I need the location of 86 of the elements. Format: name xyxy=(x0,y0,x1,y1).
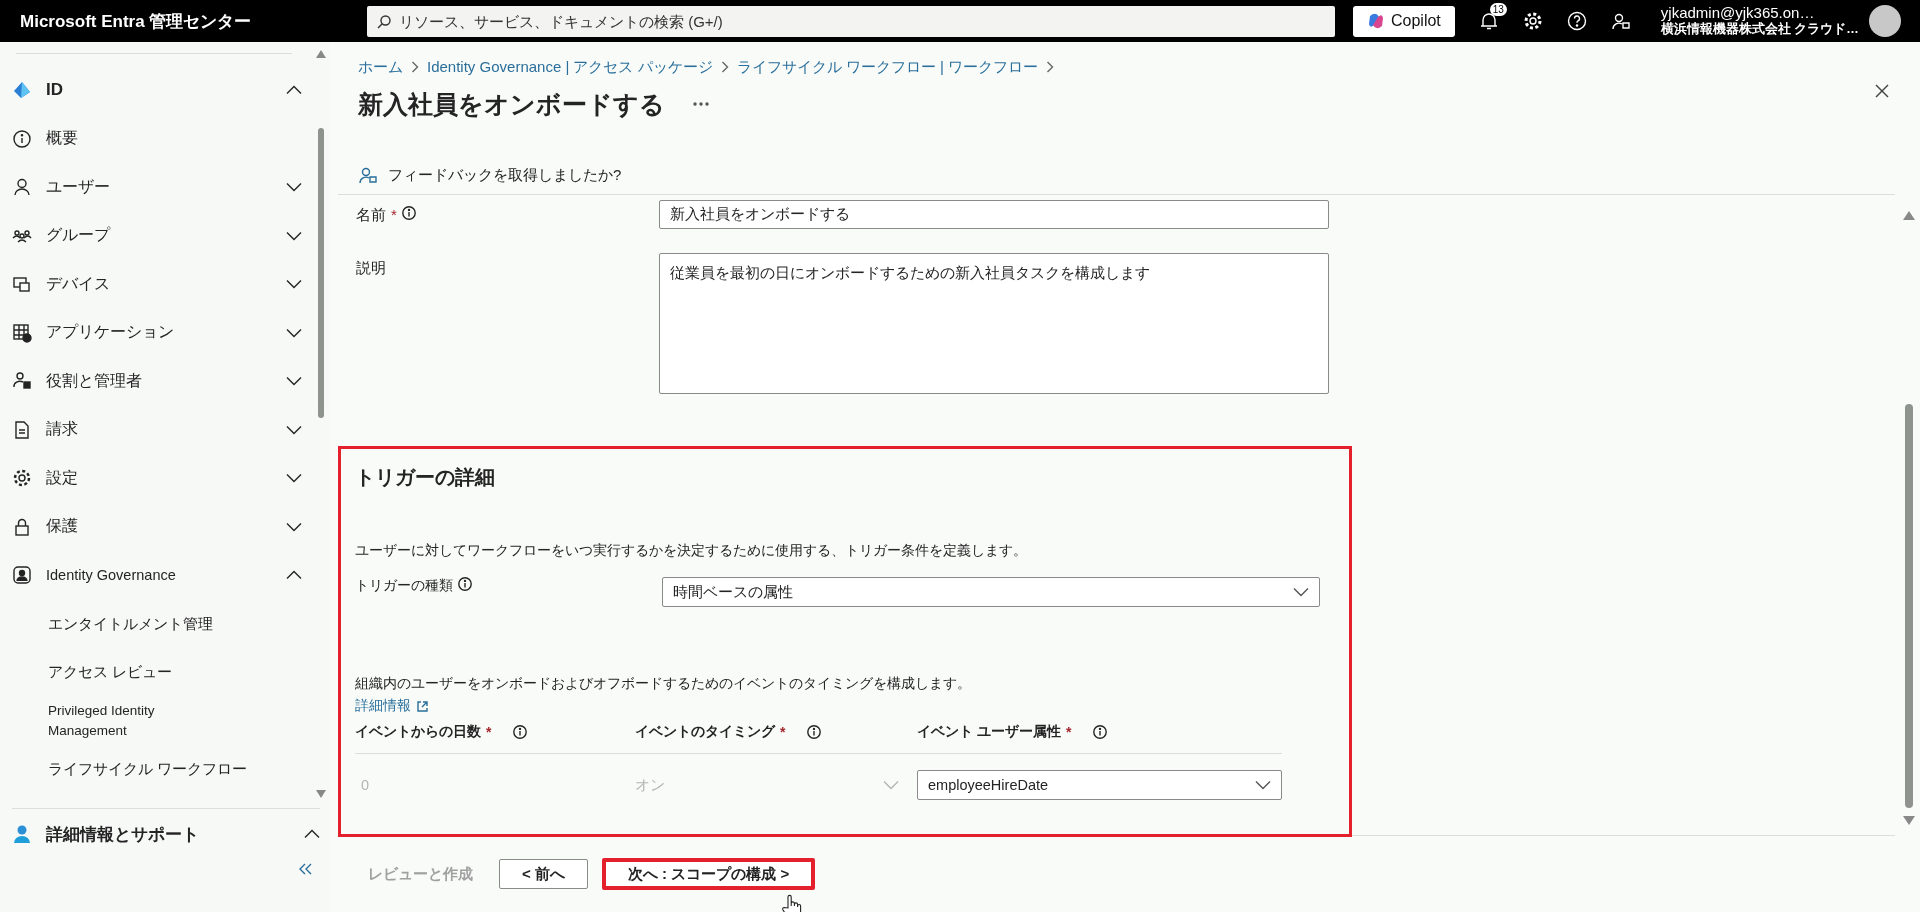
notification-count: 13 xyxy=(1489,3,1507,16)
column-header: イベントからの日数 xyxy=(355,723,481,741)
nav-subitem[interactable]: ライフサイクル ワークフロー xyxy=(12,745,312,794)
support-person-icon xyxy=(12,824,32,844)
governance-icon xyxy=(12,565,32,586)
description-textarea[interactable]: 従業員を最初の日にオンボードするための新入社員タスクを構成します xyxy=(659,253,1329,394)
nav-item[interactable]: Identity Governance xyxy=(12,551,312,600)
column-header: イベントのタイミング xyxy=(635,723,775,741)
diamond-icon xyxy=(12,80,32,101)
info-icon xyxy=(458,577,472,591)
nav-subitem[interactable]: エンタイトルメント管理 xyxy=(12,599,312,648)
nav-item[interactable]: 設定 xyxy=(12,454,312,503)
settings-icon xyxy=(12,468,32,489)
person-icon xyxy=(12,177,32,198)
column-header: イベント ユーザー属性 xyxy=(917,723,1061,741)
scroll-down-icon xyxy=(316,790,326,798)
help-icon[interactable] xyxy=(1566,11,1587,31)
avatar[interactable] xyxy=(1868,5,1901,37)
scroll-up-icon xyxy=(316,50,326,58)
input-field[interactable]: 新入社員をオンボードする xyxy=(659,200,1329,229)
feedback-icon xyxy=(358,165,378,185)
document-icon xyxy=(12,419,32,440)
trigger-type-dropdown[interactable]: 時間ベースの属性 xyxy=(662,577,1320,607)
info-icon xyxy=(12,128,32,149)
lock-icon xyxy=(12,516,32,537)
grid-app-icon xyxy=(12,322,32,343)
organization-name: 横浜情報機器株式会社 クラウド… xyxy=(1660,22,1859,37)
nav-subitem[interactable]: アクセス レビュー xyxy=(12,648,312,697)
breadcrumb-link[interactable]: ライフサイクル ワークフロー | ワークフロー xyxy=(736,57,1039,77)
required-mark: * xyxy=(391,206,397,223)
feedback-link[interactable]: フィードバックを取得しましたか? xyxy=(388,165,622,185)
page-title: 新入社員をオンボードする xyxy=(358,88,665,120)
nav-item[interactable]: 概要 xyxy=(12,114,312,163)
section-heading: トリガーの詳細 xyxy=(355,465,496,490)
required-mark: * xyxy=(780,724,786,740)
field-label: トリガーの種類 xyxy=(355,577,453,595)
chevron-down-icon xyxy=(1255,780,1271,790)
field-label: 名前 xyxy=(356,206,386,225)
nav-item[interactable]: 請求 xyxy=(12,405,312,454)
nav-item[interactable]: ユーザー xyxy=(12,163,312,212)
person-role-icon xyxy=(12,371,32,392)
more-icon[interactable] xyxy=(693,102,709,106)
nav-item[interactable]: 役割と管理者 xyxy=(12,357,312,406)
section-description: 組織内のユーザーをオンボードおよびオフボードするためのイベントのタイミングを構成します。 xyxy=(355,675,972,693)
nav-item[interactable]: デバイス xyxy=(12,260,312,309)
user-name[interactable]: yjkadmin@yjk365.on… xyxy=(1660,5,1859,21)
chevron-right-icon xyxy=(1046,61,1055,73)
close-icon[interactable] xyxy=(1875,84,1889,98)
scroll-up-icon xyxy=(1903,211,1915,220)
bell-icon[interactable] xyxy=(1478,11,1499,31)
required-mark: * xyxy=(486,724,492,740)
copilot-icon xyxy=(1367,12,1385,30)
feedback-icon[interactable] xyxy=(1610,11,1631,31)
attribute-dropdown[interactable]: employeeHireDate xyxy=(917,770,1282,800)
scrollbar-thumb[interactable] xyxy=(1905,404,1913,808)
chevron-down-icon xyxy=(883,780,899,790)
search-icon xyxy=(377,14,391,29)
collapse-icon[interactable] xyxy=(298,863,312,875)
nav-item[interactable]: 保護 xyxy=(12,502,312,551)
nav-subitem[interactable]: Privileged Identity Management xyxy=(12,696,312,745)
info-icon xyxy=(807,725,822,739)
info-icon xyxy=(1093,725,1108,739)
scrollbar-thumb[interactable] xyxy=(318,128,324,418)
wizard-button[interactable]: 次へ : スコープの構成 > xyxy=(601,858,816,890)
search-field[interactable]: リソース、サービス、ドキュメントの検索 (G+/) xyxy=(367,5,1335,37)
settings-icon[interactable] xyxy=(1522,11,1543,31)
external-link-icon xyxy=(417,700,428,712)
chevron-right-icon xyxy=(720,61,729,73)
chevron-down-icon xyxy=(1293,587,1309,597)
app-title: Microsoft Entra 管理センター xyxy=(20,10,253,33)
section-description: ユーザーに対してワークフローをいつ実行するかを決定するために使用する、トリガー条件を定義します。 xyxy=(355,542,1028,560)
required-mark: * xyxy=(1065,724,1072,740)
breadcrumb-link[interactable]: Identity Governance | アクセス パッケージ xyxy=(427,57,713,77)
breadcrumb-link[interactable]: ホーム xyxy=(358,57,403,77)
copilot-button[interactable]: Copilot xyxy=(1353,5,1455,37)
devices-icon xyxy=(12,274,32,295)
wizard-button[interactable]: < 前へ xyxy=(499,859,588,889)
scroll-down-icon xyxy=(1903,816,1915,825)
nav-section[interactable]: ID xyxy=(12,66,312,115)
nav-item[interactable]: アプリケーション xyxy=(12,308,312,357)
nav-item[interactable]: グループ xyxy=(12,211,312,260)
chevron-right-icon xyxy=(411,61,419,73)
learn-more-link[interactable]: 詳細情報 xyxy=(355,697,428,715)
info-icon xyxy=(513,725,528,739)
field-label: 説明 xyxy=(356,259,386,278)
nav-section[interactable]: 詳細情報とサポート xyxy=(12,809,320,859)
